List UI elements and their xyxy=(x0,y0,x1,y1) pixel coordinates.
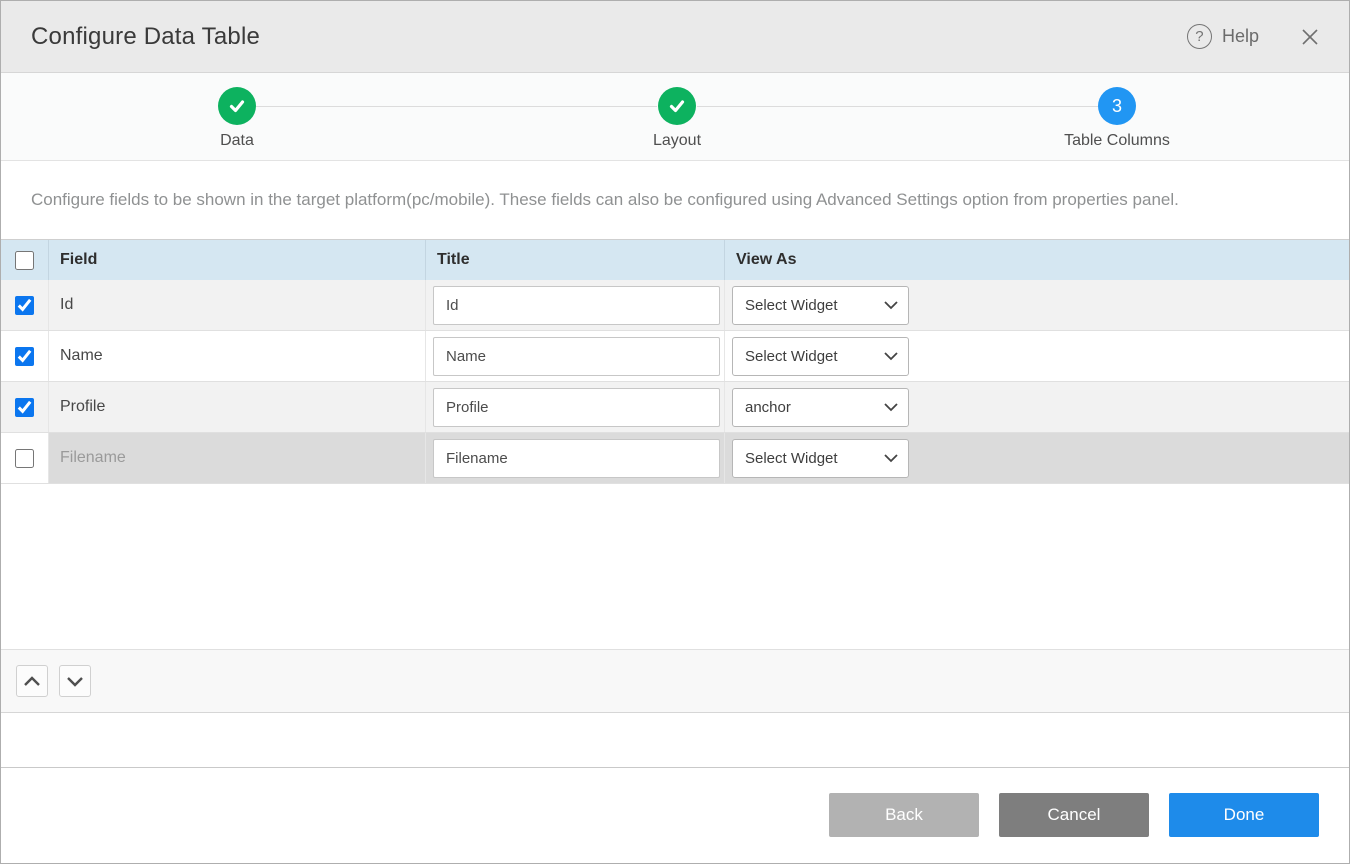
row-checkbox-cell xyxy=(1,433,49,483)
step-number-badge: 3 xyxy=(1098,87,1136,125)
field-cell: Id xyxy=(49,280,426,330)
spacer xyxy=(1,713,1349,767)
view-as-select-wrap: anchor xyxy=(732,388,909,427)
view-as-cell: anchor xyxy=(725,382,1349,432)
field-label: Name xyxy=(49,347,103,365)
view-as-select[interactable]: Select Widget xyxy=(733,440,908,477)
check-icon xyxy=(658,87,696,125)
move-up-button[interactable] xyxy=(16,665,48,697)
step-number: 3 xyxy=(1112,96,1122,117)
view-as-select[interactable]: Select Widget xyxy=(733,287,908,324)
column-header-field: Field xyxy=(49,240,426,280)
view-as-select-wrap: Select Widget xyxy=(732,439,909,478)
table-empty-area xyxy=(1,484,1349,649)
help-button[interactable]: ? Help xyxy=(1187,24,1259,49)
field-cell: Name xyxy=(49,331,426,381)
title-input[interactable] xyxy=(433,286,720,325)
title-input[interactable] xyxy=(433,388,720,427)
step-layout[interactable]: Layout xyxy=(567,87,787,150)
select-all-cell xyxy=(1,240,49,280)
row-checkbox[interactable] xyxy=(15,347,34,366)
row-checkbox-cell xyxy=(1,280,49,330)
row-checkbox-cell xyxy=(1,382,49,432)
title-cell xyxy=(426,331,725,381)
view-as-select[interactable]: anchor xyxy=(733,389,908,426)
title-cell xyxy=(426,433,725,483)
cancel-button[interactable]: Cancel xyxy=(999,793,1149,837)
row-checkbox[interactable] xyxy=(15,296,34,315)
field-label: Profile xyxy=(49,398,105,416)
title-cell xyxy=(426,382,725,432)
help-label: Help xyxy=(1222,26,1259,47)
field-label: Id xyxy=(49,296,73,314)
table-header-row: Field Title View As xyxy=(1,239,1349,280)
step-label: Data xyxy=(127,132,347,150)
column-header-view-as: View As xyxy=(725,240,1349,280)
table-row: Name Select Widget xyxy=(1,331,1349,382)
move-down-button[interactable] xyxy=(59,665,91,697)
reorder-bar xyxy=(1,649,1349,713)
back-button[interactable]: Back xyxy=(829,793,979,837)
table-row: Id Select Widget xyxy=(1,280,1349,331)
view-as-cell: Select Widget xyxy=(725,280,1349,330)
configure-data-table-dialog: Configure Data Table ? Help Data xyxy=(0,0,1350,864)
dialog-header: Configure Data Table ? Help xyxy=(1,1,1349,73)
field-cell: Profile xyxy=(49,382,426,432)
dialog-footer: Back Cancel Done xyxy=(1,767,1349,863)
select-all-checkbox[interactable] xyxy=(15,251,34,270)
table-row: Profile anchor xyxy=(1,382,1349,433)
step-label: Layout xyxy=(567,132,787,150)
row-checkbox-cell xyxy=(1,331,49,381)
chevron-down-icon xyxy=(66,676,84,687)
view-as-select-wrap: Select Widget xyxy=(732,337,909,376)
question-glyph: ? xyxy=(1195,28,1203,45)
column-header-label: Title xyxy=(426,251,470,269)
table-row: Filename Select Widget xyxy=(1,433,1349,484)
view-as-cell: Select Widget xyxy=(725,331,1349,381)
field-label: Filename xyxy=(49,449,126,467)
column-header-title: Title xyxy=(426,240,725,280)
row-checkbox[interactable] xyxy=(15,449,34,468)
step-table-columns[interactable]: 3 Table Columns xyxy=(1007,87,1227,150)
column-header-label: Field xyxy=(49,251,97,269)
question-circle-icon: ? xyxy=(1187,24,1212,49)
step-label: Table Columns xyxy=(1007,132,1227,150)
description-text: Configure fields to be shown in the targ… xyxy=(1,161,1349,239)
dialog-title: Configure Data Table xyxy=(31,23,1187,51)
view-as-select[interactable]: Select Widget xyxy=(733,338,908,375)
check-icon xyxy=(218,87,256,125)
row-checkbox[interactable] xyxy=(15,398,34,417)
step-data[interactable]: Data xyxy=(127,87,347,150)
column-header-label: View As xyxy=(725,251,796,269)
wizard-stepper: Data Layout 3 Table Columns xyxy=(1,73,1349,161)
view-as-select-wrap: Select Widget xyxy=(732,286,909,325)
title-input[interactable] xyxy=(433,337,720,376)
view-as-cell: Select Widget xyxy=(725,433,1349,483)
field-cell: Filename xyxy=(49,433,426,483)
chevron-up-icon xyxy=(23,676,41,687)
done-button[interactable]: Done xyxy=(1169,793,1319,837)
title-cell xyxy=(426,280,725,330)
close-icon[interactable] xyxy=(1299,26,1321,48)
title-input[interactable] xyxy=(433,439,720,478)
